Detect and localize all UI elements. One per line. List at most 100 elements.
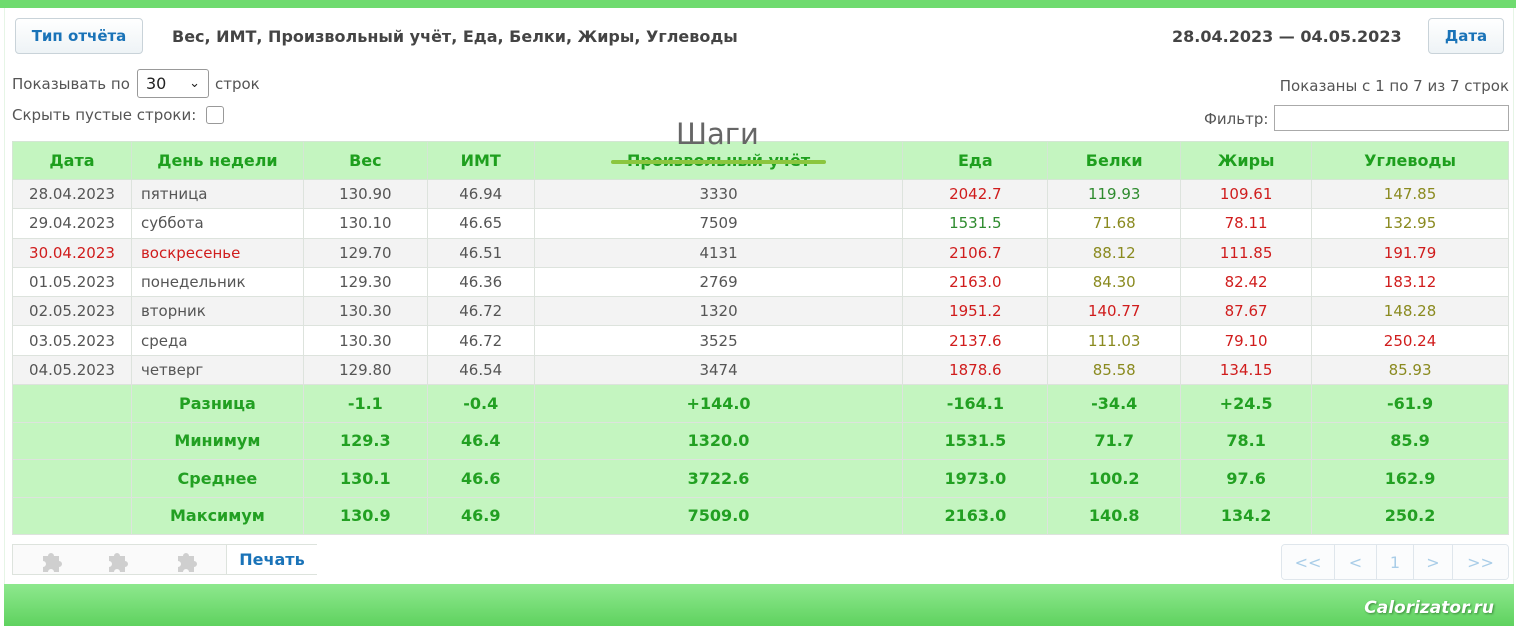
cell-bmi: 46.36 [426,266,535,298]
summary-protein: 100.2 [1047,459,1182,498]
cell-fat: 79.10 [1180,325,1313,356]
table-row: 29.04.2023 суббота 130.10 46.65 7509 1531.5 71… [12,208,1509,239]
cell-bmi: 46.72 [426,296,535,327]
hide-empty-checkbox[interactable] [206,106,224,124]
footer-divider [4,626,1514,632]
show-per-label: Показывать по [12,75,130,93]
report-type-button[interactable]: Тип отчёта [15,18,143,54]
cell-custom: 3525 [533,325,904,356]
summary-empty-cell [12,384,132,423]
cell-carbs: 191.79 [1311,237,1509,268]
cell-fat: 134.15 [1180,354,1313,386]
showing-info: Показаны с 1 по 7 из 7 строк [1279,77,1509,95]
brand-logo[interactable]: Calorizator.ru [1364,598,1494,618]
cell-fat: 82.42 [1180,266,1313,298]
summary-empty-cell [12,459,132,498]
puzzle-icon[interactable] [104,546,132,574]
cell-custom: 2769 [533,266,904,298]
cell-bmi: 46.94 [426,178,535,210]
report-title: Вес, ИМТ, Произвольный учёт, Еда, Белки,… [172,27,738,46]
table-row: 01.05.2023 понедельник 129.30 46.36 2769 2163… [12,266,1509,298]
summary-carbs: 85.9 [1311,421,1509,461]
cell-dow: вторник [130,296,304,327]
summary-row: Разница -1.1 -0.4 +144.0 -164.1 -34.4 +24.5 -61… [12,384,1509,423]
col-header-dow[interactable]: День недели [130,141,304,180]
summary-empty-cell [12,496,132,536]
rows-label: строк [215,75,260,93]
pager-current[interactable]: 1 [1377,545,1414,579]
cell-carbs: 250.24 [1311,325,1509,356]
date-range: 28.04.2023 — 04.05.2023 [1172,27,1402,46]
cell-weight: 130.10 [302,208,428,239]
cell-food: 1531.5 [902,208,1049,239]
cell-date: 01.05.2023 [12,266,132,298]
cell-dow: суббота [130,208,304,239]
date-button[interactable]: Дата [1428,18,1504,54]
cell-fat: 111.85 [1180,237,1313,268]
chevron-down-icon: ⌄ [189,76,200,91]
cell-dow: понедельник [130,266,304,298]
cell-food: 1878.6 [902,354,1049,386]
summary-label: Разница [130,384,304,423]
pager-prev[interactable]: < [1335,545,1377,579]
cell-weight: 129.70 [302,237,428,268]
cell-date: 30.04.2023 [12,237,132,268]
cell-dow: среда [130,325,304,356]
rows-per-page-value: 30 [146,74,167,93]
cell-custom: 7509 [533,208,904,239]
col-header-carbs[interactable]: Углеводы [1311,141,1509,180]
pager-last[interactable]: >> [1453,545,1508,579]
cell-bmi: 46.51 [426,237,535,268]
puzzle-icon[interactable] [173,546,201,574]
pager-first[interactable]: << [1282,545,1335,579]
table-header-row: Дата День недели Вес ИМТ Произвольный уч… [12,141,1509,180]
rows-per-page-select[interactable]: 30 ⌄ [137,69,209,98]
table-row: 04.05.2023 четверг 129.80 46.54 3474 1878.6 85… [12,354,1509,386]
summary-weight: 130.9 [302,496,428,536]
cell-date: 29.04.2023 [12,208,132,239]
cell-date: 28.04.2023 [12,178,132,210]
summary-weight: 129.3 [302,421,428,461]
col-header-weight[interactable]: Вес [302,141,428,180]
summary-bmi: 46.9 [426,496,535,536]
summary-row: Минимум 129.3 46.4 1320.0 1531.5 71.7 78.1 85.9 [12,421,1509,461]
top-accent-bar [0,0,1516,8]
cell-protein: 84.30 [1047,266,1182,298]
cell-protein: 88.12 [1047,237,1182,268]
summary-food: 1531.5 [902,421,1049,461]
summary-row: Среднее 130.1 46.6 3722.6 1973.0 100.2 97.6 162… [12,459,1509,498]
cell-carbs: 85.93 [1311,354,1509,386]
summary-row: Максимум 130.9 46.9 7509.0 2163.0 140.8 134.2 2… [12,496,1509,536]
summary-carbs: -61.9 [1311,384,1509,423]
filter-label: Фильтр: [1204,110,1269,128]
cell-carbs: 147.85 [1311,178,1509,210]
puzzle-icon[interactable] [38,546,66,574]
custom-header-label: Произвольный учёт [610,151,827,170]
cell-dow: пятница [130,178,304,210]
cell-food: 1951.2 [902,296,1049,327]
summary-food: -164.1 [902,384,1049,423]
report-table: Дата День недели Вес ИМТ Произвольный уч… [12,141,1509,536]
cell-custom: 3474 [533,354,904,386]
print-button[interactable]: Печать [226,545,317,574]
cell-weight: 129.80 [302,354,428,386]
cell-food: 2106.7 [902,237,1049,268]
table-row: 03.05.2023 среда 130.30 46.72 3525 2137.6 111.… [12,325,1509,356]
pager-next[interactable]: > [1414,545,1453,579]
summary-fat: 134.2 [1180,496,1313,536]
cell-fat: 109.61 [1180,178,1313,210]
cell-carbs: 183.12 [1311,266,1509,298]
cell-weight: 130.30 [302,325,428,356]
col-header-food[interactable]: Еда [902,141,1049,180]
summary-custom: +144.0 [533,384,904,423]
hide-empty-label: Скрыть пустые строки: [12,106,197,124]
summary-food: 1973.0 [902,459,1049,498]
col-header-protein[interactable]: Белки [1047,141,1182,180]
summary-label: Максимум [130,496,304,536]
col-header-date[interactable]: Дата [12,141,132,180]
col-header-bmi[interactable]: ИМТ [426,141,535,180]
cell-protein: 119.93 [1047,178,1182,210]
filter-input[interactable] [1274,105,1509,131]
col-header-fat[interactable]: Жиры [1180,141,1313,180]
cell-carbs: 148.28 [1311,296,1509,327]
